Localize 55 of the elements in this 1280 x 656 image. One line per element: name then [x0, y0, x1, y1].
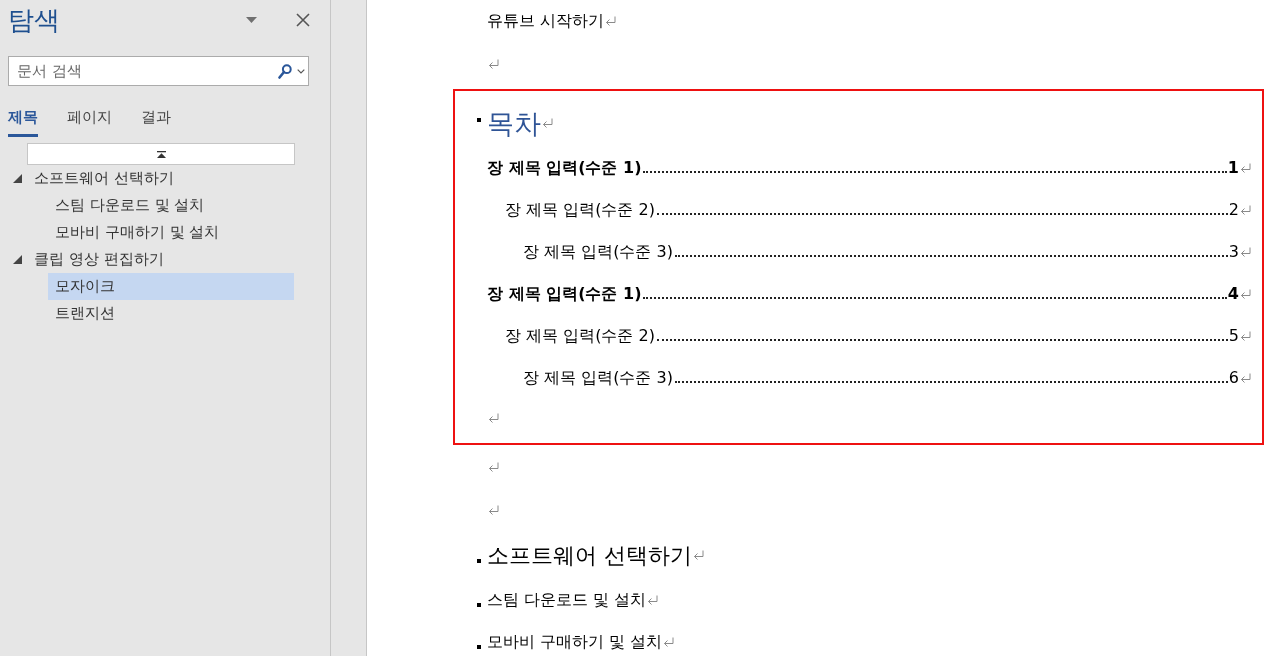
- paragraph-mark-icon: [1240, 331, 1251, 341]
- square-marker-icon: [477, 118, 481, 122]
- paragraph-mark-icon: [1240, 163, 1251, 173]
- square-marker-icon: [477, 603, 481, 607]
- toc-entry-text: 장 제목 입력(수준 3): [523, 241, 673, 263]
- page-number: 4: [1227, 283, 1239, 305]
- toc-entry-text: 장 제목 입력(수준 1): [487, 283, 642, 305]
- page-number: 1: [1227, 157, 1239, 179]
- paragraph-mark-icon: [1240, 247, 1251, 257]
- toc-entry-text: 장 제목 입력(수준 1): [487, 157, 642, 179]
- pane-tab[interactable]: 결과: [141, 100, 171, 137]
- heading-text: 소프트웨어 선택하기: [487, 541, 692, 570]
- toc-entry-text: 장 제목 입력(수준 3): [523, 367, 673, 389]
- heading-item[interactable]: 클립 영상 편집하기: [8, 246, 294, 273]
- paragraph-mark-icon: [647, 595, 659, 605]
- paragraph-mark-icon: [693, 550, 704, 560]
- close-icon: [296, 13, 310, 27]
- heading-item[interactable]: 소프트웨어 선택하기: [8, 165, 294, 192]
- paragraph-mark-icon: [605, 16, 617, 26]
- square-marker-icon: [477, 645, 481, 649]
- heading-item[interactable]: 스팀 다운로드 및 설치: [48, 192, 294, 219]
- paragraph-mark-icon: [1240, 205, 1251, 215]
- page-number: 5: [1228, 325, 1239, 347]
- page-number: 2: [1228, 199, 1239, 221]
- triangle-icon[interactable]: [13, 174, 22, 183]
- toc-entry-text: 장 제목 입력(수준 2): [505, 199, 655, 221]
- pane-tab[interactable]: 제목: [8, 100, 38, 137]
- search-field[interactable]: 문서 검색: [8, 56, 309, 86]
- paragraph-mark-icon: [488, 461, 499, 472]
- square-marker-icon: [477, 559, 481, 563]
- paragraph-mark-icon: [542, 118, 553, 128]
- toc-entry-text: 장 제목 입력(수준 2): [505, 325, 655, 347]
- heading-text: 모바비 구매하기 및 설치: [487, 631, 663, 653]
- arrow-up-icon: [156, 150, 166, 158]
- close-button[interactable]: [296, 13, 310, 27]
- toc-title: 목차: [487, 109, 541, 137]
- paragraph-mark-icon: [1240, 289, 1251, 299]
- pane-tab[interactable]: 페이지: [67, 100, 112, 137]
- triangle-icon[interactable]: [13, 255, 22, 264]
- paragraph-mark-icon: [663, 637, 675, 647]
- paragraph-mark-icon: [488, 504, 499, 515]
- paragraph-mark-icon: [488, 58, 499, 69]
- caret-down-icon[interactable]: [246, 17, 257, 23]
- paragraph-mark-icon: [488, 413, 499, 423]
- heading-item[interactable]: 모자이크: [48, 273, 294, 300]
- search-icon[interactable]: [278, 64, 292, 79]
- page-number: 3: [1228, 241, 1239, 263]
- body-text: 유튜브 시작하기: [487, 10, 605, 32]
- paragraph-mark-icon: [1240, 373, 1251, 383]
- heading-text: 스팀 다운로드 및 설치: [487, 589, 647, 611]
- pane-title: 탐색: [8, 4, 60, 37]
- chevron-down-icon[interactable]: [297, 69, 305, 74]
- page-number: 6: [1228, 367, 1239, 389]
- heading-item[interactable]: 트랜지션: [48, 300, 294, 327]
- heading-item[interactable]: 모바비 구매하기 및 설치: [48, 219, 294, 246]
